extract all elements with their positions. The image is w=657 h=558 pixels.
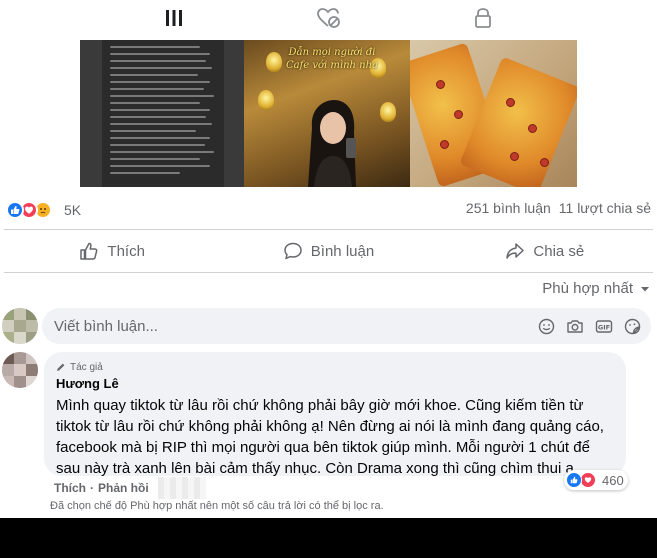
share-button-label: Chia sẻ <box>533 242 585 260</box>
like-reaction-icon <box>6 201 24 219</box>
blurred-timestamp <box>158 477 206 499</box>
like-button-label: Thích <box>107 242 145 260</box>
pizza-topping <box>540 158 549 167</box>
document-text-line <box>110 144 205 146</box>
comment-count-link[interactable]: 251 bình luận <box>466 200 551 216</box>
love-reaction-icon <box>580 472 596 488</box>
comment-button-label: Bình luận <box>310 242 375 260</box>
emoji-icon[interactable] <box>538 318 555 335</box>
pizza-topping <box>440 140 449 149</box>
person-figure <box>308 100 356 187</box>
post-stats: 251 bình luận 11 lượt chia sẻ <box>466 200 651 216</box>
caret-down-icon <box>641 286 649 291</box>
pizza-photo-thumbnail[interactable] <box>410 40 577 187</box>
hidden-heart-icon[interactable] <box>315 4 343 32</box>
comment-reaction-summary[interactable]: 460 <box>564 470 628 490</box>
document-text-line <box>110 158 200 160</box>
document-text-line <box>110 151 214 153</box>
thumbs-up-icon <box>80 242 98 260</box>
document-text-line <box>110 165 210 167</box>
reaction-summary[interactable]: 5K <box>6 198 81 222</box>
document-text-line <box>110 130 196 132</box>
document-text-line <box>110 172 180 174</box>
reaction-count: 5K <box>64 202 82 218</box>
divider <box>4 229 653 230</box>
pizza-topping <box>454 110 463 119</box>
comment-author-name[interactable]: Hương Lê <box>56 376 614 394</box>
share-button[interactable]: Chia sẻ <box>437 232 653 270</box>
post-action-bar: Thích Bình luận Chia sẻ <box>4 232 653 270</box>
pizza-topping <box>436 80 445 89</box>
document-text-line <box>110 109 210 111</box>
filter-notice: Đã chọn chế độ Phù hợp nhất nên một số c… <box>50 500 384 512</box>
like-button[interactable]: Thích <box>4 232 220 270</box>
document-screenshot-thumbnail[interactable] <box>80 40 244 187</box>
pizza-topping <box>528 124 537 133</box>
svg-text:GIF: GIF <box>598 323 610 331</box>
comment-bubble: Tác giả Hương Lê Mình quay tiktok từ lâu… <box>44 352 626 477</box>
lantern <box>258 90 274 110</box>
lock-icon[interactable] <box>469 4 497 32</box>
document-text-line <box>110 53 210 55</box>
lantern <box>380 102 396 122</box>
document-text-line <box>110 137 210 139</box>
cafe-photo-thumbnail[interactable]: Dẫn mọi người đi Cafe với mình nha <box>244 40 410 187</box>
profile-tab-bar <box>0 0 657 38</box>
document-text-line <box>110 102 200 104</box>
like-reaction-icon <box>566 472 582 488</box>
comment-button[interactable]: Bình luận <box>220 232 436 270</box>
share-count-link[interactable]: 11 lượt chia sẻ <box>559 200 651 216</box>
comment-input[interactable]: Viết bình luận... <box>54 318 538 335</box>
comment-action-links: Thích · Phản hồi <box>54 481 149 495</box>
comment-sort-dropdown[interactable]: Phù hợp nhất <box>542 280 651 297</box>
document-text-line <box>110 116 206 118</box>
comment-text: Mình quay tiktok từ lâu rồi chứ không ph… <box>56 397 604 477</box>
sort-label: Phù hợp nhất <box>542 280 633 297</box>
current-user-avatar[interactable] <box>2 308 38 344</box>
commenter-avatar[interactable] <box>2 352 38 388</box>
pencil-icon <box>57 363 65 371</box>
share-arrow-icon <box>506 243 525 259</box>
comment-like-link[interactable]: Thích <box>54 481 86 495</box>
comment-bubble-icon <box>284 242 302 260</box>
link-separator: · <box>90 481 94 495</box>
comment-reply-link[interactable]: Phản hồi <box>98 481 149 495</box>
document-text-line <box>110 67 212 69</box>
author-badge: Tác giả <box>56 360 614 374</box>
author-badge-label: Tác giả <box>70 361 103 373</box>
pizza-topping <box>510 152 519 161</box>
document-text-line <box>110 123 212 125</box>
document-text-line <box>110 74 198 76</box>
comment-reaction-count: 460 <box>602 472 624 488</box>
document-text-line <box>110 81 210 83</box>
document-text-line <box>110 46 200 48</box>
document-text-line <box>110 60 206 62</box>
pizza-topping <box>506 98 515 107</box>
bottom-black-bar <box>0 518 657 558</box>
comment-composer[interactable]: Viết bình luận... GIF <box>42 308 651 344</box>
cafe-caption: Dẫn mọi người đi Cafe với mình nha <box>285 47 379 71</box>
gif-icon[interactable]: GIF <box>595 318 613 335</box>
grid-icon[interactable] <box>160 4 188 32</box>
post-media-strip: Dẫn mọi người đi Cafe với mình nha <box>80 40 577 187</box>
lantern <box>266 52 282 72</box>
divider <box>4 272 653 273</box>
camera-icon[interactable] <box>566 318 584 335</box>
document-text-line <box>110 88 204 90</box>
document-text-line <box>110 95 214 97</box>
sticker-icon[interactable] <box>624 318 641 335</box>
